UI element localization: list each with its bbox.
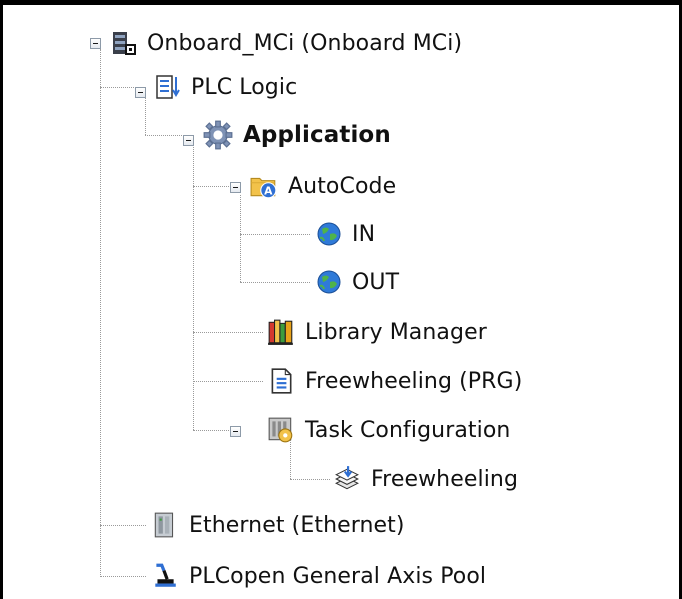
globe-icon (317, 222, 341, 246)
task-configuration-icon (268, 417, 293, 443)
axis-pool-icon (155, 563, 176, 587)
tree-item-in[interactable]: IN (316, 214, 375, 254)
tree-line (193, 381, 263, 382)
collapse-toggle-task-configuration[interactable] (230, 426, 241, 437)
tree-item-label: Task Configuration (305, 417, 511, 443)
tree-item-out[interactable]: OUT (316, 262, 399, 302)
plc-logic-icon (156, 75, 180, 99)
autocode-folder-icon: A (250, 177, 277, 199)
tree-item-label: PLCopen General Axis Pool (189, 563, 487, 589)
tree-line (100, 49, 101, 577)
tree-line (100, 525, 146, 526)
tree-item-ethernet[interactable]: Ethernet (Ethernet) (151, 505, 405, 545)
tree-item-label: IN (352, 221, 376, 247)
tree-line (240, 234, 310, 235)
collapse-toggle-application[interactable] (183, 135, 194, 146)
tree-line (145, 135, 188, 136)
svg-text:A: A (264, 185, 273, 198)
application-gear-icon (203, 120, 233, 150)
tree-line (145, 97, 146, 135)
tree-item-label: AutoCode (288, 173, 397, 199)
tree-item-label: Freewheeling (PRG) (305, 368, 523, 394)
tree-item-freewheeling-prg[interactable]: Freewheeling (PRG) (267, 361, 522, 401)
tree-line (240, 195, 241, 282)
tree-item-application[interactable]: Application (203, 115, 391, 155)
tree-item-axis-pool[interactable]: PLCopen General Axis Pool (151, 556, 486, 596)
ethernet-device-icon (154, 512, 174, 538)
tree-line (100, 87, 138, 88)
tree-line (193, 430, 233, 431)
tree-item-plc-logic[interactable]: PLC Logic (155, 67, 297, 107)
collapse-toggle-plc-logic[interactable] (135, 87, 146, 98)
tree-item-onboard-mci[interactable]: Onboard_MCi (Onboard MCi) (111, 23, 462, 63)
tree-line (100, 576, 146, 577)
tree-item-label: Application (243, 122, 391, 148)
tree-item-label: Onboard_MCi (Onboard MCi) (147, 30, 463, 56)
plc-device-icon (113, 32, 136, 55)
tree-line (193, 332, 263, 333)
program-document-icon (271, 368, 292, 394)
tree-line (240, 282, 310, 283)
collapse-toggle-device[interactable] (90, 38, 101, 49)
library-books-icon (268, 319, 293, 345)
tree-line (290, 479, 330, 480)
tree-item-task-configuration[interactable]: Task Configuration (267, 410, 510, 450)
tree-item-library-manager[interactable]: Library Manager (267, 312, 487, 352)
tree-item-autocode[interactable]: A AutoCode (250, 166, 396, 206)
tree-item-label: PLC Logic (191, 74, 298, 100)
tree-item-label: OUT (352, 269, 400, 295)
tree-item-label: Ethernet (Ethernet) (189, 512, 405, 538)
tree-item-label: Freewheeling (371, 466, 519, 492)
task-stack-icon (335, 466, 359, 490)
tree-line (193, 145, 194, 430)
globe-icon (317, 270, 341, 294)
device-tree-panel: Onboard_MCi (Onboard MCi) PLC Logic Appl… (0, 0, 682, 599)
collapse-toggle-autocode[interactable] (230, 182, 241, 193)
tree-item-freewheeling-task[interactable]: Freewheeling (333, 459, 518, 499)
tree-item-label: Library Manager (305, 319, 487, 345)
tree-line (193, 186, 233, 187)
